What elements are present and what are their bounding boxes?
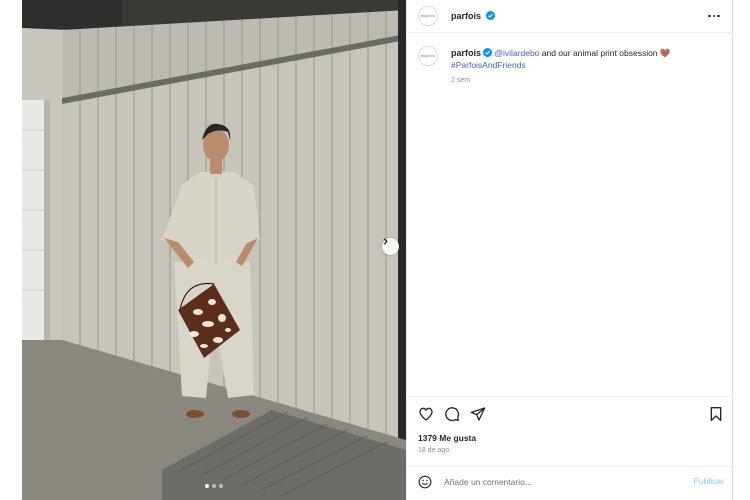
username-text: parfois	[451, 11, 482, 21]
publish-button[interactable]: Publicar	[693, 476, 724, 486]
avatar-logo-text: PARFOIS	[420, 14, 436, 18]
more-dot-icon	[712, 14, 715, 18]
more-dot-icon	[717, 14, 720, 18]
more-dot-icon	[708, 14, 711, 18]
comment-input[interactable]	[444, 475, 674, 489]
carousel-dot	[212, 484, 216, 488]
verified-badge-icon	[483, 48, 493, 57]
heart-icon[interactable]	[418, 406, 434, 422]
avatar-logo-text: PARFOIS	[420, 54, 436, 58]
caption-username[interactable]: parfois	[451, 48, 481, 58]
carousel-dot	[219, 484, 223, 488]
post-details-panel: PARFOIS parfois PARFOIS parfois @ivilard…	[406, 0, 734, 500]
post-header: PARFOIS parfois	[407, 0, 734, 33]
carousel-indicator	[205, 484, 223, 488]
caption-hashtag-link[interactable]: #ParfoisAndFriends	[451, 60, 526, 70]
caption-avatar[interactable]: PARFOIS	[418, 46, 438, 66]
post-actions: 1379 Me gusta 18 de ago.	[407, 396, 734, 476]
paper-plane-icon[interactable]	[470, 406, 486, 422]
likes-count[interactable]: 1379 Me gusta	[418, 433, 476, 443]
comment-icon[interactable]	[444, 406, 460, 422]
caption-mention-link[interactable]: @ivilardebo	[494, 48, 539, 58]
chevron-right-icon	[383, 238, 388, 245]
caption-text: parfois @ivilardebo and our animal print…	[451, 47, 721, 71]
avatar[interactable]: PARFOIS	[418, 6, 438, 26]
instagram-post: PARFOIS parfois PARFOIS parfois @ivilard…	[22, 0, 734, 500]
photo-scene	[22, 0, 406, 500]
comment-bar: Publicar	[407, 466, 734, 496]
carousel-next-button[interactable]	[382, 238, 399, 255]
bookmark-icon[interactable]	[708, 406, 724, 422]
verified-badge-icon	[485, 11, 495, 20]
smiley-icon[interactable]	[418, 475, 432, 489]
caption-body: and our animal print obsession 🤎	[539, 48, 671, 58]
header-username[interactable]: parfois	[451, 11, 495, 21]
carousel-dot	[205, 484, 209, 488]
caption-time-ago[interactable]: 2 sem	[451, 77, 470, 84]
more-options-button[interactable]	[708, 11, 722, 21]
post-photo	[22, 0, 406, 500]
post-date[interactable]: 18 de ago.	[418, 447, 451, 454]
